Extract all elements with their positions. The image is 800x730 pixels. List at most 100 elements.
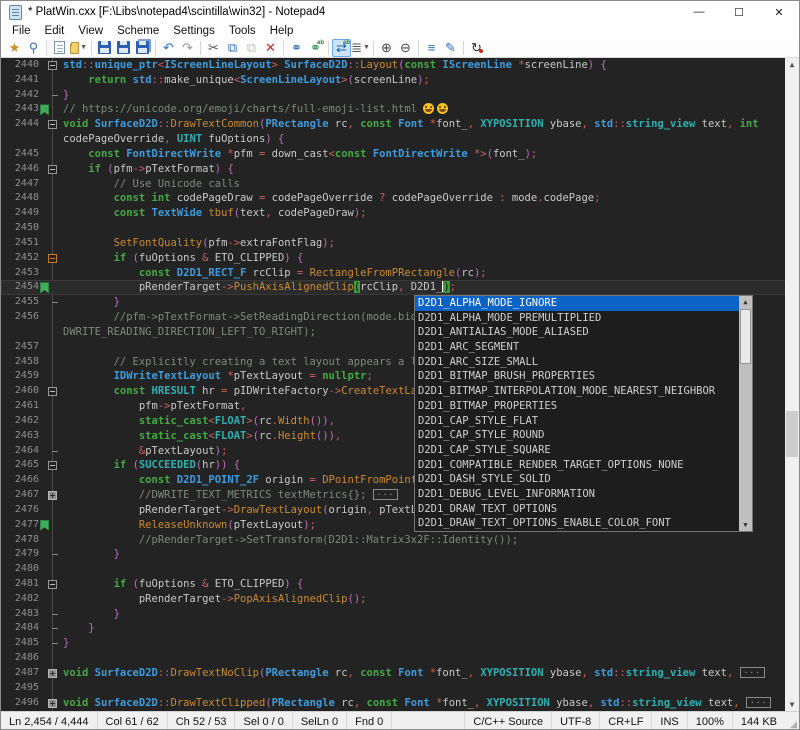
fold-open-icon[interactable] (48, 165, 57, 174)
save-button[interactable] (95, 39, 114, 57)
autocomplete-item[interactable]: D2D1_COMPATIBLE_RENDER_TARGET_OPTIONS_NO… (415, 458, 739, 473)
menu-tools[interactable]: Tools (222, 23, 263, 38)
editor-scrollbar[interactable]: ▲ ▼ (785, 58, 799, 711)
autocomplete-item[interactable]: D2D1_DRAW_TEXT_OPTIONS (415, 502, 739, 517)
status-line-ending[interactable]: CR+LF (599, 712, 651, 730)
code-line[interactable]: 2451 SetFontQuality(pfm->extraFontFlag); (1, 236, 799, 251)
fold-ellipsis-box[interactable]: ··· (746, 697, 771, 708)
resize-grip[interactable]: ◢ (785, 712, 799, 730)
cut-button[interactable]: ✂ (204, 39, 223, 57)
fold-margin[interactable] (47, 488, 58, 503)
fold-end-icon[interactable] (52, 614, 58, 615)
fold-margin[interactable] (47, 621, 58, 636)
fold-margin[interactable] (47, 384, 58, 399)
fold-end-icon[interactable] (52, 95, 58, 96)
code-line[interactable]: 2443// https://unicode.org/emoji/charts/… (1, 102, 799, 117)
fold-open-icon[interactable] (48, 461, 57, 470)
fold-open-icon[interactable] (48, 61, 57, 70)
chevron-down-icon[interactable]: ▼ (363, 44, 370, 51)
fold-end-icon[interactable] (52, 451, 58, 452)
fold-margin[interactable] (47, 547, 58, 562)
fold-margin[interactable] (47, 162, 58, 177)
code-line[interactable]: 2445 const FontDirectWrite *pfm = down_c… (1, 147, 799, 162)
autocomplete-item[interactable]: D2D1_DEBUG_LEVEL_INFORMATION (415, 487, 739, 502)
bookmark-icon[interactable] (40, 520, 49, 531)
code-line[interactable]: 2481 if (fuOptions & ETO_CLIPPED) { (1, 577, 799, 592)
fold-closed-icon[interactable] (48, 699, 57, 708)
menu-scheme[interactable]: Scheme (110, 23, 166, 38)
fold-ellipsis-box[interactable]: ··· (740, 667, 765, 678)
code-line[interactable]: 2487void SurfaceD2D::DrawTextNoClip(PRec… (1, 666, 799, 681)
save-all-button[interactable] (133, 39, 152, 57)
fold-margin[interactable] (47, 636, 58, 651)
new-file-button[interactable] (50, 39, 69, 57)
code-line[interactable]: 2448 const int codePageDraw = codePageOv… (1, 191, 799, 206)
autocomplete-item[interactable]: D2D1_ANTIALIAS_MODE_ALIASED (415, 325, 739, 340)
code-line[interactable]: 2478 //pRenderTarget->SetTransform(D2D1:… (1, 533, 799, 548)
code-line[interactable]: 2486 (1, 651, 799, 666)
find-button[interactable]: ⚭ (287, 39, 306, 57)
fold-margin[interactable] (47, 458, 58, 473)
fold-closed-icon[interactable] (48, 669, 57, 678)
autocomplete-item[interactable]: D2D1_CAP_STYLE_SQUARE (415, 443, 739, 458)
close-button[interactable]: ✕ (759, 1, 799, 23)
fold-margin[interactable] (47, 295, 58, 310)
fold-margin[interactable] (47, 117, 58, 132)
scroll-up-icon[interactable]: ▲ (739, 296, 752, 308)
browse-files-button[interactable]: ⚲ (24, 39, 43, 57)
reload-button[interactable]: ↻ (467, 39, 486, 57)
open-file-button[interactable]: ▼ (69, 39, 88, 57)
status-insert-mode[interactable]: INS (651, 712, 686, 730)
autocomplete-item[interactable]: D2D1_ALPHA_MODE_PREMULTIPLIED (415, 311, 739, 326)
code-line[interactable]: 2453 const D2D1_RECT_F rcClip = Rectangl… (1, 266, 799, 281)
code-line[interactable]: 2449 const TextWide tbuf(text, codePageD… (1, 206, 799, 221)
fold-end-icon[interactable] (52, 302, 58, 303)
view-source-button[interactable]: ≡ (422, 39, 441, 57)
fold-end-icon[interactable] (52, 643, 58, 644)
maximize-button[interactable]: ☐ (719, 1, 759, 23)
autocomplete-item[interactable]: D2D1_ARC_SEGMENT (415, 340, 739, 355)
fold-margin[interactable] (47, 577, 58, 592)
code-line[interactable]: 2444void SurfaceD2D::DrawTextCommon(PRec… (1, 117, 799, 132)
autocomplete-item[interactable]: D2D1_CAP_STYLE_FLAT (415, 414, 739, 429)
code-line[interactable]: 2441 return std::make_unique<ScreenLineL… (1, 73, 799, 88)
menu-view[interactable]: View (71, 23, 110, 38)
code-line[interactable]: 2496void SurfaceD2D::DrawTextClipped(PRe… (1, 696, 799, 711)
code-line[interactable]: 2440std::unique_ptr<IScreenLineLayout> S… (1, 58, 799, 73)
minimize-button[interactable]: — (679, 1, 719, 23)
scheme-select-button[interactable]: ≣▼ (351, 39, 370, 57)
scroll-down-icon[interactable]: ▼ (785, 698, 799, 711)
fold-ellipsis-box[interactable]: ··· (373, 489, 398, 500)
menu-edit[interactable]: Edit (38, 23, 72, 38)
chevron-down-icon[interactable]: ▼ (80, 44, 87, 51)
menu-settings[interactable]: Settings (166, 23, 222, 38)
autocomplete-item[interactable]: D2D1_ARC_SIZE_SMALL (415, 355, 739, 370)
scroll-up-icon[interactable]: ▲ (785, 58, 799, 71)
code-line[interactable]: 2495 (1, 681, 799, 696)
code-line[interactable]: 2483 } (1, 607, 799, 622)
fold-open-highlight-icon[interactable] (48, 254, 57, 263)
fold-margin[interactable] (47, 88, 58, 103)
fold-margin[interactable] (47, 58, 58, 73)
code-line[interactable]: 2482 pRenderTarget->PopAxisAlignedClip()… (1, 592, 799, 607)
status-file-size[interactable]: 144 KB (732, 712, 785, 730)
code-line[interactable]: 2446 if (pfm->pTextFormat) { (1, 162, 799, 177)
fold-open-icon[interactable] (48, 120, 57, 129)
bookmark-icon[interactable] (40, 282, 49, 293)
zoom-out-button[interactable]: ⊖ (396, 39, 415, 57)
undo-button[interactable]: ↶ (159, 39, 178, 57)
fold-margin[interactable] (47, 666, 58, 681)
redo-button[interactable]: ↷ (178, 39, 197, 57)
bookmark-icon[interactable] (40, 104, 49, 115)
menu-file[interactable]: File (5, 23, 38, 38)
fold-margin[interactable] (47, 251, 58, 266)
zoom-in-button[interactable]: ⊕ (377, 39, 396, 57)
replace-button[interactable]: ⚭ab (306, 39, 325, 57)
menu-help[interactable]: Help (263, 23, 301, 38)
code-line[interactable]: 2485} (1, 636, 799, 651)
fold-margin[interactable] (47, 696, 58, 711)
code-line[interactable]: 2484 } (1, 621, 799, 636)
code-line[interactable]: 2452 if (fuOptions & ETO_CLIPPED) { (1, 251, 799, 266)
fold-margin[interactable] (47, 607, 58, 622)
editor-scroll-thumb[interactable] (786, 411, 798, 457)
